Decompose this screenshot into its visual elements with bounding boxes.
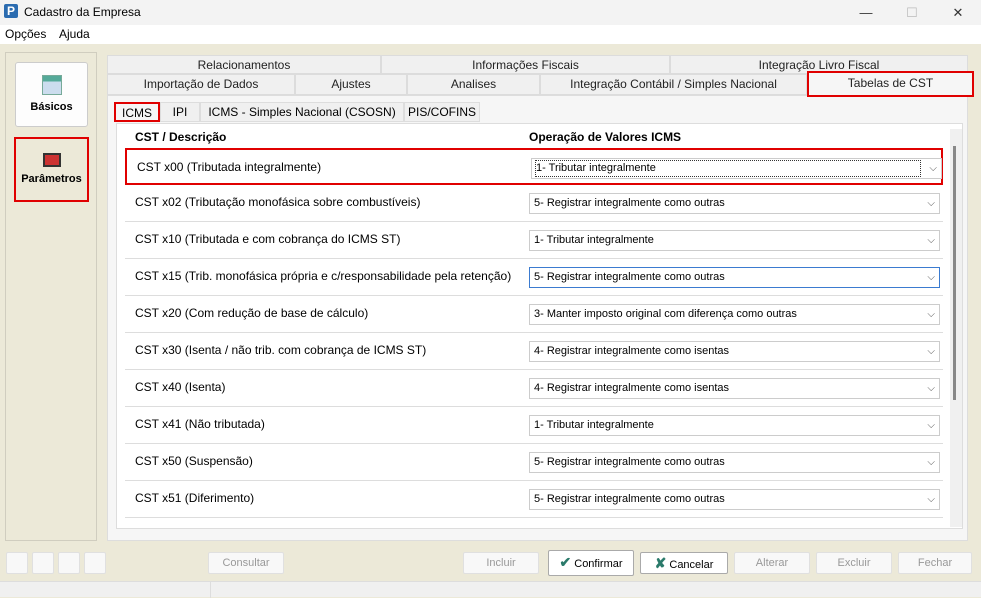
status-bar: [0, 581, 981, 598]
operacao-select[interactable]: 4- Registrar integralmente como isentas ⌵: [529, 341, 940, 362]
selected-value: 4- Registrar integralmente como isentas: [534, 345, 730, 357]
table-row: CST x50 (Suspensão) 5- Registrar integra…: [125, 444, 943, 481]
operacao-select[interactable]: 1- Tributar integralmente ⌵: [529, 415, 940, 436]
table-row: CST x40 (Isenta) 4- Registrar integralme…: [125, 370, 943, 407]
cst-description: CST x30 (Isenta / não trib. com cobrança…: [135, 343, 427, 357]
tab-ajustes[interactable]: Ajustes: [295, 74, 407, 95]
menu-ajuda[interactable]: Ajuda: [59, 27, 90, 41]
cst-description: CST x10 (Tributada e com cobrança do ICM…: [135, 232, 401, 246]
cst-description: CST x51 (Diferimento): [135, 491, 255, 505]
selected-value: 5- Registrar integralmente como outras: [534, 197, 725, 209]
operacao-select[interactable]: 1- Tributar integralmente ⌵: [529, 230, 940, 251]
tab-analises[interactable]: Analises: [407, 74, 540, 95]
check-icon: ✔: [559, 554, 572, 570]
nav-button[interactable]: [84, 552, 106, 574]
sidebar-item-basicos[interactable]: Básicos: [15, 62, 88, 127]
confirmar-button[interactable]: ✔ Confirmar: [548, 550, 634, 576]
tab-informacoes-fiscais[interactable]: Informações Fiscais: [381, 55, 670, 74]
chevron-down-icon: ⌵: [927, 457, 935, 468]
close-button[interactable]: ✕: [935, 0, 981, 25]
parameters-icon: [42, 153, 61, 167]
operacao-select[interactable]: 3- Manter imposto original com diferença…: [529, 304, 940, 325]
nav-button[interactable]: [32, 552, 54, 574]
chevron-down-icon: ⌵: [927, 198, 935, 209]
spreadsheet-icon: [41, 75, 62, 95]
operacao-select[interactable]: 5- Registrar integralmente como outras ⌵: [529, 193, 940, 214]
chevron-down-icon: ⌵: [927, 494, 935, 505]
scrollbar-thumb[interactable]: [953, 146, 956, 400]
cst-description: CST x15 (Trib. monofásica própria e c/re…: [135, 269, 512, 283]
selected-value: 5- Registrar integralmente como outras: [534, 271, 725, 283]
cancelar-button[interactable]: ✘ Cancelar: [640, 552, 728, 574]
table-row: CST x51 (Diferimento) 5- Registrar integ…: [125, 481, 943, 518]
status-divider: [210, 582, 211, 598]
table-row: CST x10 (Tributada e com cobrança do ICM…: [125, 222, 943, 259]
table-row: CST x30 (Isenta / não trib. com cobrança…: [125, 333, 943, 370]
tab-integracao-contabil[interactable]: Integração Contábil / Simples Nacional: [540, 74, 807, 95]
subtab-icms[interactable]: ICMS: [114, 102, 160, 122]
subtab-icms-simples-nacional[interactable]: ICMS - Simples Nacional (CSOSN): [200, 102, 404, 122]
tab-relacionamentos[interactable]: Relacionamentos: [107, 55, 381, 74]
table-row: CST x02 (Tributação monofásica sobre com…: [125, 185, 943, 222]
cst-description: CST x41 (Não tributada): [135, 417, 265, 431]
cancelar-label: Cancelar: [669, 559, 714, 571]
selected-value: 5- Registrar integralmente como outras: [534, 493, 725, 505]
fechar-button[interactable]: Fechar: [898, 552, 972, 574]
chevron-down-icon: ⌵: [927, 420, 935, 431]
tab-tabelas-cst[interactable]: Tabelas de CST: [807, 71, 974, 97]
cst-grid: CST / Descrição Operação de Valores ICMS…: [116, 123, 963, 529]
selected-value: 4- Registrar integralmente como isentas: [534, 382, 730, 394]
operacao-select[interactable]: 1- Tributar integralmente ⌵: [531, 158, 942, 179]
sidebar-item-parametros[interactable]: Parâmetros: [14, 137, 89, 202]
nav-button[interactable]: [58, 552, 80, 574]
operacao-select[interactable]: 5- Registrar integralmente como outras ⌵: [529, 452, 940, 473]
table-row: CST x41 (Não tributada) 1- Tributar inte…: [125, 407, 943, 444]
chevron-down-icon: ⌵: [927, 235, 935, 246]
selected-value: 1- Tributar integralmente: [534, 234, 654, 246]
selected-value: 5- Registrar integralmente como outras: [534, 456, 725, 468]
cst-description: CST x00 (Tributada integralmente): [137, 160, 322, 174]
subtab-ipi[interactable]: IPI: [160, 102, 200, 122]
app-logo-icon: P: [4, 4, 18, 18]
operacao-select[interactable]: 4- Registrar integralmente como isentas ⌵: [529, 378, 940, 399]
title-bar: P Cadastro da Empresa — ☐ ✕: [0, 0, 981, 25]
operacao-select[interactable]: 5- Registrar integralmente como outras ⌵: [529, 489, 940, 510]
cst-description: CST x50 (Suspensão): [135, 454, 253, 468]
chevron-down-icon: ⌵: [927, 272, 935, 283]
chevron-down-icon: ⌵: [927, 309, 935, 320]
chevron-down-icon: ⌵: [927, 383, 935, 394]
column-header-cst: CST / Descrição: [135, 130, 227, 144]
sidebar: Básicos Parâmetros: [5, 52, 97, 541]
cst-description: CST x20 (Com redução de base de cálculo): [135, 306, 369, 320]
sidebar-item-label: Básicos: [30, 101, 73, 113]
chevron-down-icon: ⌵: [927, 346, 935, 357]
maximize-button[interactable]: ☐: [889, 0, 935, 25]
minimize-button[interactable]: —: [843, 0, 889, 25]
confirmar-label: Confirmar: [574, 558, 623, 570]
vertical-scrollbar[interactable]: [950, 129, 962, 527]
menu-opcoes[interactable]: Opções: [5, 27, 46, 41]
selected-value: 3- Manter imposto original com diferença…: [534, 308, 797, 320]
subtab-pis-cofins[interactable]: PIS/COFINS: [404, 102, 480, 122]
consultar-button[interactable]: Consultar: [208, 552, 284, 574]
selected-value: 1- Tributar integralmente: [534, 419, 654, 431]
table-row: CST x20 (Com redução de base de cálculo)…: [125, 296, 943, 333]
operacao-select[interactable]: 5- Registrar integralmente como outras ⌵: [529, 267, 940, 288]
excluir-button[interactable]: Excluir: [816, 552, 892, 574]
tab-importacao-dados[interactable]: Importação de Dados: [107, 74, 295, 95]
alterar-button[interactable]: Alterar: [734, 552, 810, 574]
column-header-operacao: Operação de Valores ICMS: [529, 130, 682, 144]
table-row: CST x00 (Tributada integralmente) 1- Tri…: [125, 148, 943, 185]
nav-button[interactable]: [6, 552, 28, 574]
x-icon: ✘: [654, 555, 667, 571]
menu-bar: Opções Ajuda: [0, 25, 981, 44]
selected-value: 1- Tributar integralmente: [535, 160, 921, 177]
sidebar-item-label: Parâmetros: [21, 173, 82, 185]
chevron-down-icon: ⌵: [929, 163, 937, 174]
table-row: CST x15 (Trib. monofásica própria e c/re…: [125, 259, 943, 296]
cst-description: CST x02 (Tributação monofásica sobre com…: [135, 195, 421, 209]
incluir-button[interactable]: Incluir: [463, 552, 539, 574]
window-title: Cadastro da Empresa: [24, 5, 141, 19]
cst-description: CST x40 (Isenta): [135, 380, 226, 394]
